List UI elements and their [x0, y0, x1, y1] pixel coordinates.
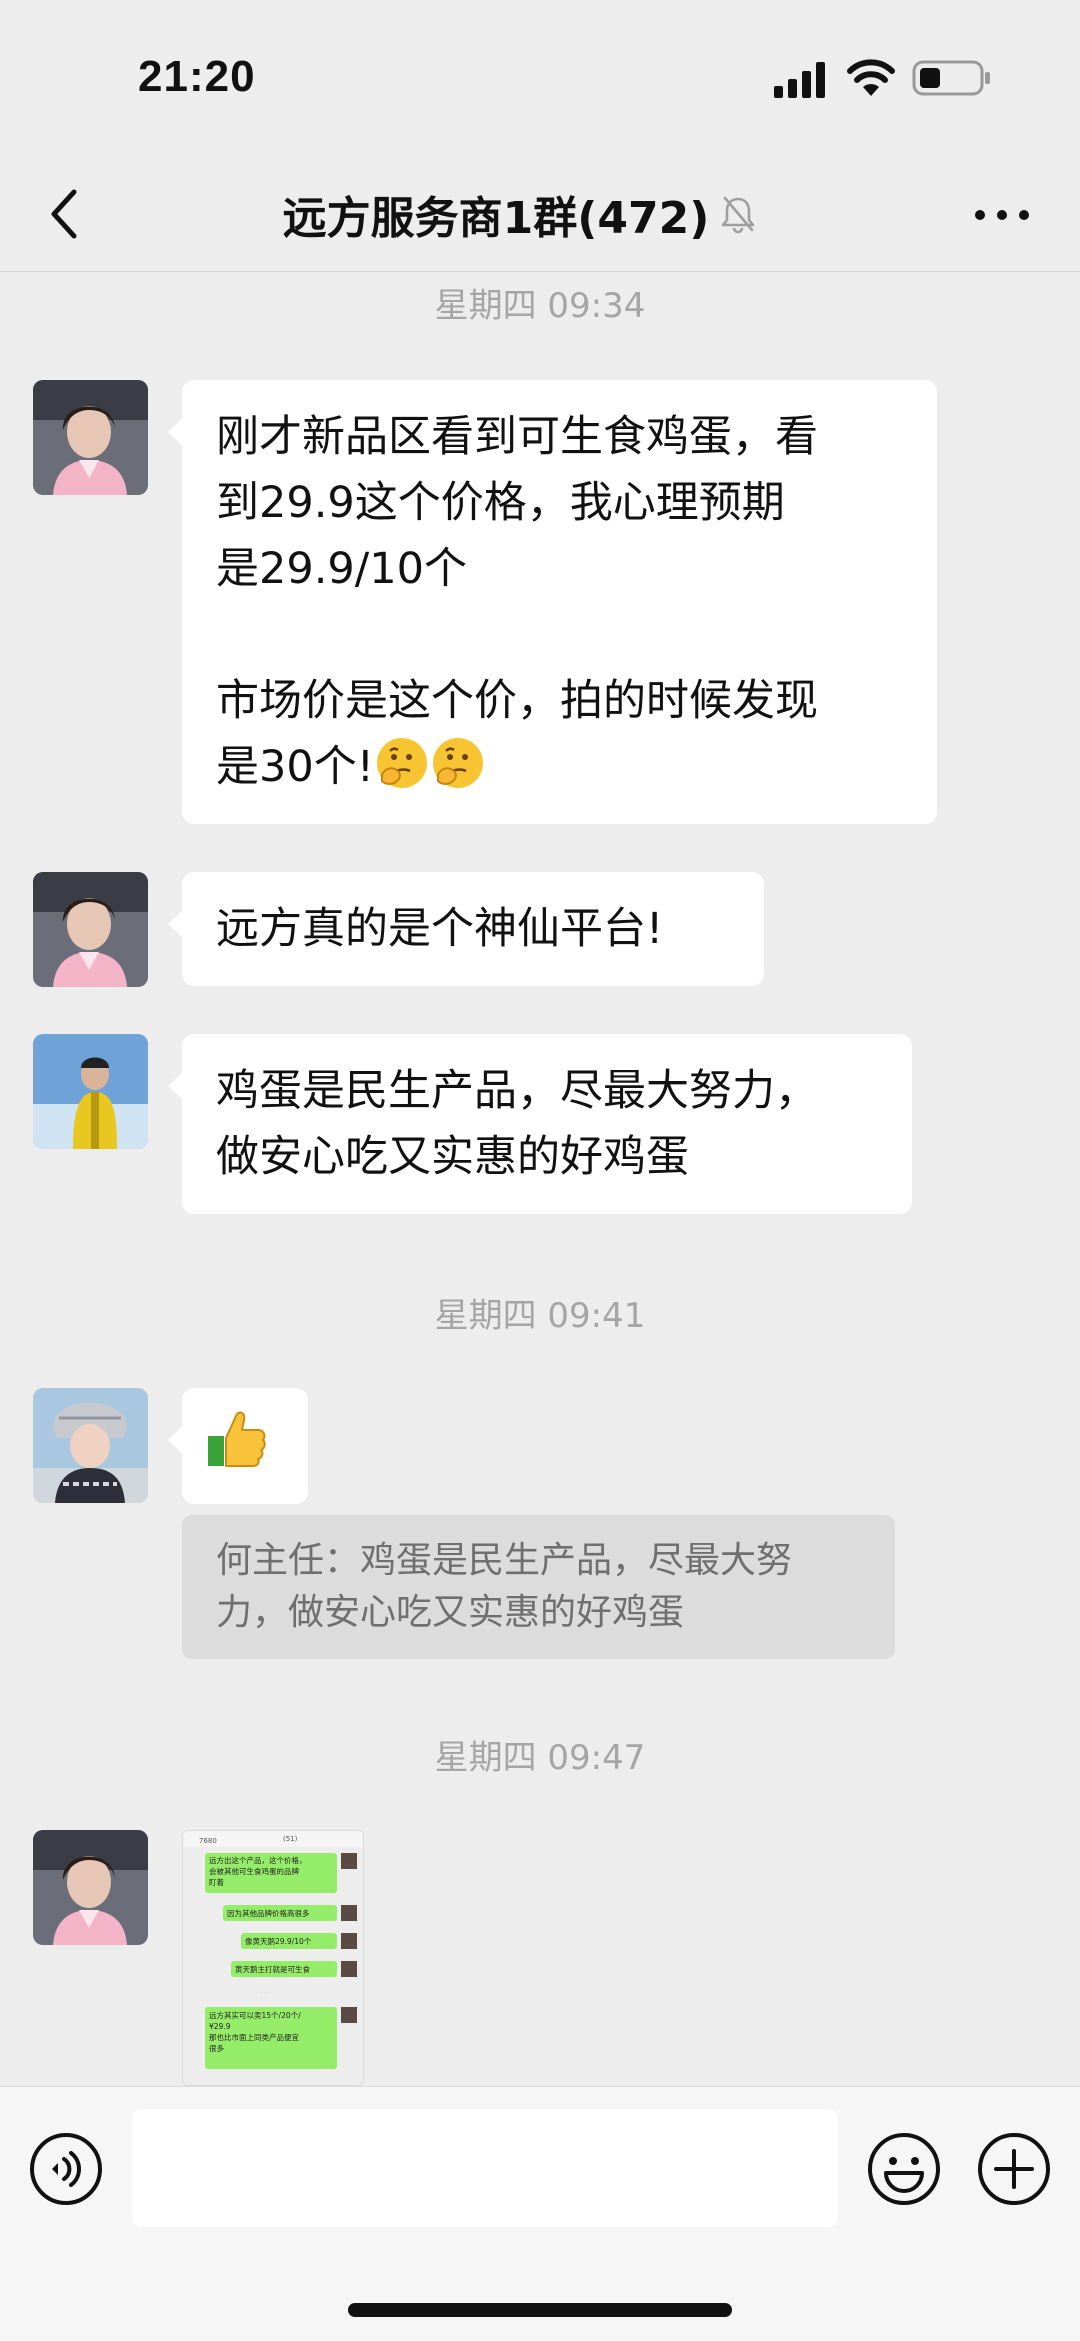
- svg-text:盯着: 盯着: [209, 1877, 224, 1887]
- plus-icon[interactable]: [976, 2131, 1052, 2207]
- message-timestamp: 星期四 09:34: [434, 286, 646, 326]
- message-text-line: 是30个!: [216, 734, 903, 800]
- signal-icon: [774, 62, 825, 98]
- message-text-line: 到29.9这个价格，我心理预期: [216, 478, 785, 528]
- quote-text-line: 何主任：鸡蛋是民生产品，尽最大努: [216, 1540, 793, 1581]
- thumbs-up-emoji-icon: [208, 1411, 266, 1467]
- message-timestamp: 星期四 09:47: [434, 1738, 646, 1778]
- message-text-line: 刚才新品区看到可生食鸡蛋，看: [216, 412, 818, 462]
- thinking-face-emoji-icon: [376, 738, 427, 788]
- avatar[interactable]: [33, 1830, 148, 1945]
- svg-text:¥29.9: ¥29.9: [209, 2022, 231, 2031]
- svg-text:那也比市面上同类产品便宜: 那也比市面上同类产品便宜: [209, 2032, 299, 2042]
- avatar[interactable]: [33, 1388, 148, 1503]
- message-text-line: 是29.9/10个: [216, 544, 467, 594]
- quote-text-line: 力，做安心吃又实惠的好鸡蛋: [216, 1592, 685, 1633]
- message-text-line: 市场价是这个价，拍的时候发现: [216, 676, 818, 726]
- battery-icon: [912, 60, 990, 96]
- wifi-icon: [847, 59, 895, 96]
- more-icon[interactable]: [972, 200, 1032, 230]
- chat-title-group[interactable]: 远方服务商1群(472): [200, 182, 840, 246]
- message-text-span: 是30个!: [216, 742, 374, 792]
- home-indicator[interactable]: [348, 2303, 732, 2317]
- thinking-face-emoji-icon: [432, 738, 483, 788]
- mute-bell-icon: [722, 196, 755, 234]
- chat-header: 远方服务商1群(472): [0, 160, 1080, 272]
- message-bubble[interactable]: 远方真的是个神仙平台!: [168, 872, 764, 986]
- svg-text:很多: 很多: [209, 2043, 224, 2053]
- emoji-icon[interactable]: [866, 2131, 942, 2207]
- chat-title[interactable]: 远方服务商1群(472): [283, 182, 710, 246]
- voice-icon[interactable]: [28, 2131, 104, 2207]
- svg-text:远方出这个产品，这个价格，: 远方出这个产品，这个价格，: [209, 1855, 307, 1865]
- avatar[interactable]: [33, 872, 148, 987]
- status-bar: 21:20: [0, 0, 1080, 160]
- message-bubble[interactable]: [168, 1388, 308, 1504]
- avatar[interactable]: [33, 380, 148, 495]
- message-text-line: 做安心吃又实惠的好鸡蛋: [216, 1132, 689, 1182]
- svg-text:远方其实可以卖15个/20个/: 远方其实可以卖15个/20个/: [209, 2010, 301, 2020]
- quoted-message[interactable]: 何主任：鸡蛋是民生产品，尽最大努 力，做安心吃又实惠的好鸡蛋: [182, 1515, 895, 1659]
- thumb-line: 因为其他品牌价格高很多: [227, 1908, 310, 1918]
- message-text: 远方真的是个神仙平台!: [216, 904, 664, 954]
- status-time: 21:20: [138, 52, 256, 101]
- thumb-line: 黄天鹅主打就是可生食: [235, 1964, 310, 1974]
- thumb-line: 像黄天鹅29.9/10个: [245, 1936, 312, 1946]
- message-bubble[interactable]: 鸡蛋是民生产品，尽最大努力， 做安心吃又实惠的好鸡蛋: [168, 1034, 912, 1214]
- message-text-line: 鸡蛋是民生产品，尽最大努力，: [216, 1066, 818, 1116]
- thumb-badge: 7680: [199, 1837, 217, 1845]
- svg-text:会被其他可生食鸡蛋的品牌: 会被其他可生食鸡蛋的品牌: [209, 1866, 299, 1876]
- message-blank-line: [216, 602, 903, 668]
- message-input[interactable]: [132, 2109, 838, 2227]
- message-timestamp: 星期四 09:41: [434, 1296, 646, 1336]
- back-icon[interactable]: [40, 182, 100, 246]
- message-bubble[interactable]: 刚才新品区看到可生食鸡蛋，看 到29.9这个价格，我心理预期 是29.9/10个…: [168, 380, 937, 824]
- avatar[interactable]: [33, 1034, 148, 1149]
- image-message-thumbnail[interactable]: 7680 (51) 远方出这个产品，这个价格， 会被其他可生食鸡蛋的品牌 盯着 …: [182, 1830, 364, 2086]
- thumb-header: (51): [283, 1835, 298, 1843]
- svg-text:· · ·: · · ·: [261, 1990, 269, 1996]
